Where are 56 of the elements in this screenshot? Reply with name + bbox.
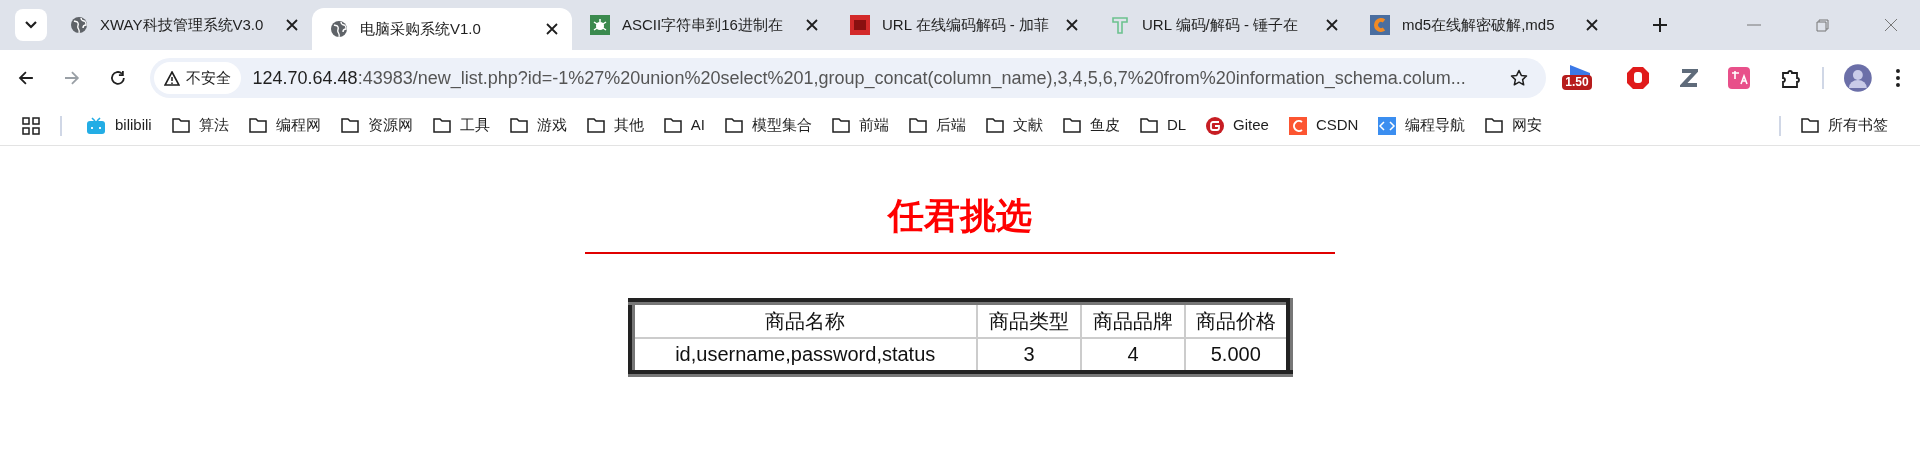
bookmark-item[interactable]: 其他 [578, 110, 652, 141]
browser-tab[interactable]: md5在线解密破解,md5 [1352, 8, 1612, 42]
bookmark-label: CSDN [1315, 115, 1359, 136]
bookmark-item[interactable]: 资源网 [332, 110, 421, 141]
bookmark-item[interactable]: 编程网 [240, 110, 329, 141]
bookmark-label: 其他 [613, 115, 644, 136]
bookmark-label: 模型集合 [751, 115, 812, 136]
tab-title: URL 编码/解码 - 锤子在 [1142, 14, 1300, 35]
bookmark-item[interactable]: 模型集合 [716, 110, 820, 141]
bookmark-item[interactable]: AI [655, 110, 713, 141]
bookmark-item[interactable]: 工具 [424, 110, 498, 141]
bookmark-item[interactable]: 所有书签 [1793, 110, 1896, 141]
extension-badge: 1.50 [1562, 75, 1592, 90]
bookmark-label: 编程导航 [1405, 115, 1466, 136]
bookmark-label: Gitee [1233, 115, 1269, 136]
browser-tab[interactable]: XWAY科技管理系统V3.0 [52, 8, 312, 42]
bookmark-label: 网安 [1512, 115, 1543, 136]
bookmark-label: bilibili [115, 115, 152, 136]
tab-title: 电脑采购系统V1.0 [360, 18, 482, 39]
bookmark-item[interactable]: DL [1131, 110, 1195, 141]
bookmark-item[interactable]: CSDN [1280, 110, 1367, 141]
bookmark-item[interactable]: 网安 [1477, 110, 1551, 141]
bookmark-label: 后端 [935, 115, 966, 136]
security-label: 不安全 [185, 67, 231, 88]
tab-title: URL 在线编码解码 - 加菲 [882, 14, 1050, 35]
bookmark-item[interactable]: bilibili [78, 110, 160, 141]
bookmark-label: 资源网 [367, 115, 413, 136]
address-bar[interactable]: 不安全 124.70.64.48:43983/new_list.php?id=-1%27%20union%20select%201,group_concat(column_name),3,4,5,6,7%20from%20information_schema.colum... [149, 58, 1547, 98]
bookmark-label: 工具 [459, 115, 490, 136]
bookmark-item[interactable]: Gitee [1198, 110, 1277, 141]
browser-tab[interactable]: URL 编码/解码 - 锤子在 [1092, 8, 1352, 42]
page-heading: 任君挑选 [888, 194, 1032, 238]
url-text: 124.70.64.48:43983/new_list.php?id=-1%27%20union%20select%201,group_concat(column_name),3,4,5,6,7%20from%20information_schema.colum... [252, 66, 1467, 91]
tab-title: md5在线解密破解,md5 [1402, 14, 1556, 35]
bookmark-item[interactable]: 前端 [823, 110, 897, 141]
tab-title: XWAY科技管理系统V3.0 [100, 14, 265, 35]
bookmark-item[interactable]: 鱼皮 [1054, 110, 1128, 141]
bookmark-item[interactable]: 文献 [977, 110, 1051, 141]
security-chip[interactable]: 不安全 [153, 62, 241, 94]
bookmark-item[interactable]: 编程导航 [1370, 110, 1474, 141]
bookmark-label: 前端 [858, 115, 889, 136]
tab-title: ASCII字符串到16进制在 [622, 14, 784, 35]
bookmark-label: 所有书签 [1828, 115, 1888, 136]
bookmark-label: 算法 [198, 115, 229, 136]
bookmark-label: 游戏 [536, 115, 567, 136]
bookmark-item[interactable]: 算法 [163, 110, 237, 141]
bookmark-label: 鱼皮 [1089, 115, 1120, 136]
bookmark-item[interactable]: 游戏 [501, 110, 575, 141]
bookmark-label: 文献 [1012, 115, 1043, 136]
bookmark-item[interactable]: 后端 [900, 110, 974, 141]
bookmark-label: AI [690, 115, 705, 136]
browser-tab[interactable]: 电脑采购系统V1.0 [312, 8, 572, 50]
bookmark-label: 编程网 [275, 115, 321, 136]
browser-tab[interactable]: URL 在线编码解码 - 加菲 [832, 8, 1092, 42]
browser-tab[interactable]: ASCII字符串到16进制在 [572, 8, 832, 42]
bookmark-label: DL [1166, 115, 1187, 136]
